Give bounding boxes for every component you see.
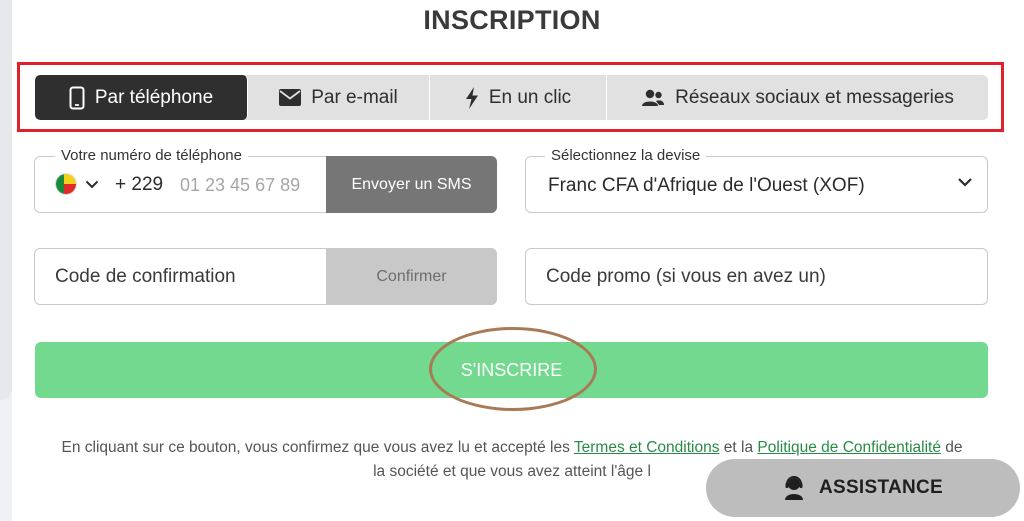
tab-phone-label: Par téléphone xyxy=(94,86,214,108)
background-panel-edge xyxy=(0,0,12,400)
tab-one-click-label: En un clic xyxy=(488,86,572,108)
currency-select[interactable]: Sélectionnez la devise Franc CFA d'Afriq… xyxy=(525,147,988,213)
phone-field-label: Votre numéro de téléphone xyxy=(55,147,248,164)
confirmation-code-field: Confirmer xyxy=(34,248,497,305)
registration-method-tabs: Par téléphone Par e-mail En un clic Rése… xyxy=(35,75,988,120)
terms-text-middle: et la xyxy=(723,439,754,456)
phone-number-field: Votre numéro de téléphone + 229 Envoyer … xyxy=(34,147,497,213)
confirmation-code-input[interactable] xyxy=(55,259,325,295)
currency-selected-value: Franc CFA d'Afrique de l'Ouest (XOF) xyxy=(548,175,865,196)
assistance-button[interactable]: ASSISTANCE xyxy=(706,459,1020,517)
promo-code-input[interactable] xyxy=(546,259,966,295)
benin-flag-icon xyxy=(55,173,77,195)
tab-social-label: Réseaux sociaux et messageries xyxy=(675,86,954,108)
confirm-button[interactable]: Confirmer xyxy=(326,248,497,305)
tab-email[interactable]: Par e-mail xyxy=(248,75,430,120)
tab-phone[interactable]: Par téléphone xyxy=(35,75,248,120)
support-agent-icon xyxy=(783,476,805,500)
phone-icon xyxy=(69,86,85,110)
phone-input[interactable] xyxy=(180,167,330,203)
envelope-icon xyxy=(279,89,302,106)
tab-one-click[interactable]: En un clic xyxy=(430,75,607,120)
chevron-down-icon xyxy=(957,177,973,187)
terms-text-before: En cliquant sur ce bouton, vous confirme… xyxy=(61,439,570,456)
terms-conditions-link[interactable]: Termes et Conditions xyxy=(574,439,720,456)
privacy-policy-link[interactable]: Politique de Confidentialité xyxy=(757,439,941,456)
currency-field-label: Sélectionnez la devise xyxy=(545,147,707,164)
tab-social-networks[interactable]: Réseaux sociaux et messageries xyxy=(607,75,988,120)
lightning-icon xyxy=(465,86,479,109)
chevron-down-icon xyxy=(85,180,99,189)
users-icon xyxy=(641,89,665,107)
country-code: + 229 xyxy=(115,174,164,195)
assistance-label: ASSISTANCE xyxy=(818,477,944,498)
country-selector[interactable] xyxy=(55,173,99,195)
tab-email-label: Par e-mail xyxy=(311,86,398,108)
page-title: INSCRIPTION xyxy=(423,5,601,35)
register-highlight-annotation xyxy=(429,327,597,411)
send-sms-button[interactable]: Envoyer un SMS xyxy=(326,156,497,213)
promo-code-field xyxy=(525,248,988,305)
